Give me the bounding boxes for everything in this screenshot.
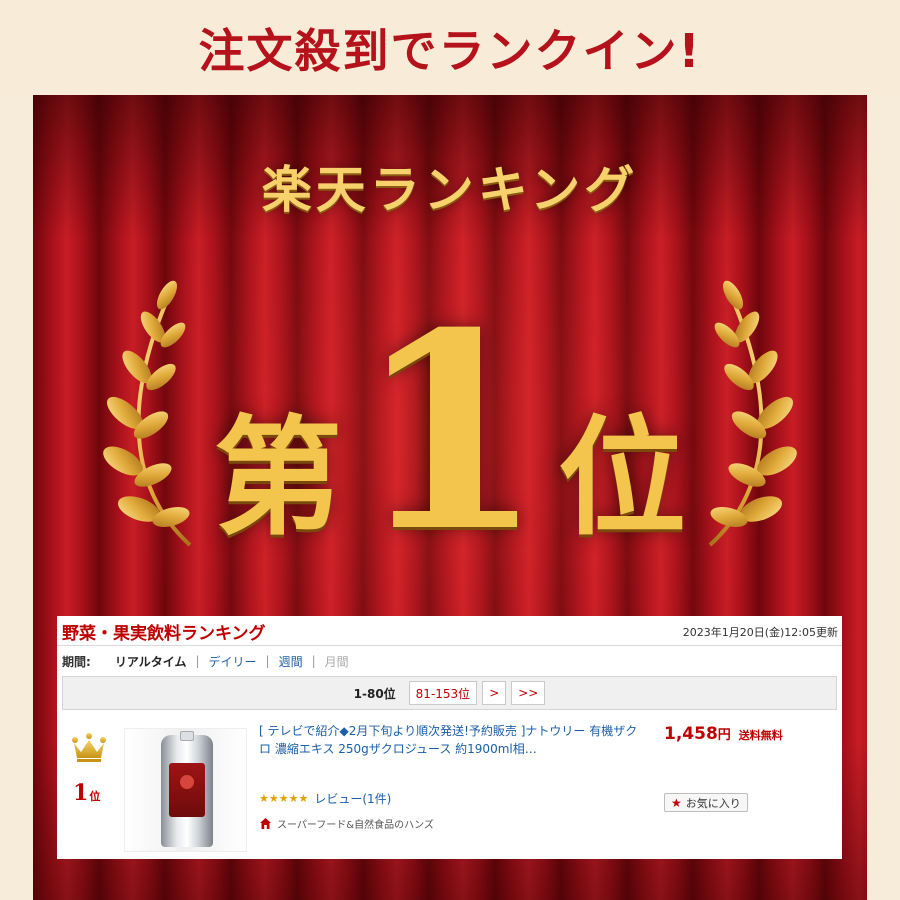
product-pouch-label <box>169 763 205 817</box>
period-separator: | <box>311 654 316 668</box>
price-unit: 円 <box>717 728 731 743</box>
ranking-category-title[interactable]: 野菜・果実飲料ランキング <box>62 619 266 644</box>
review-count-link[interactable]: レビュー(1件) <box>314 790 391 807</box>
hero-title: 楽天ランキング <box>261 160 639 219</box>
rating: ★★★★★ レビュー(1件) <box>259 790 391 807</box>
rank-prefix: 第 <box>214 403 343 553</box>
pagination-next-button[interactable]: > <box>482 681 507 705</box>
rating-stars: ★★★★★ <box>259 792 309 805</box>
price-amount: 1,458 <box>664 724 718 744</box>
period-label: 期間: <box>62 654 91 669</box>
top-banner: 注文殺到でランクイン! <box>0 0 900 95</box>
rank-number: 1 <box>356 272 544 591</box>
star-icon: ★ <box>671 795 682 810</box>
period-option-weekly[interactable]: 週間 <box>279 653 303 670</box>
updated-timestamp: 2023年1月20日(金)12:05更新 <box>682 626 838 639</box>
period-separator: | <box>265 654 270 668</box>
crown-icon <box>72 733 106 762</box>
laurel-right-icon <box>708 280 797 547</box>
price: 1,458 円 送料無料 <box>664 724 783 744</box>
item-rank: 1位 <box>73 780 100 806</box>
ranking-card: 野菜・果実飲料ランキング 2023年1月20日(金)12:05更新 期間: リア… <box>57 616 842 859</box>
shop-info: スーパーフード&自然食品のハンズ <box>259 816 434 831</box>
ranking-item: 1位 [ テレビで紹介◆2月下旬より順次発送!予約販売 ]ナトウリー 有機ザクロ… <box>57 718 842 858</box>
pagination: 1-80位 81-153位 > >> <box>62 676 837 710</box>
period-separator: | <box>195 654 200 668</box>
period-option-daily[interactable]: デイリー <box>209 653 257 670</box>
house-icon <box>260 818 271 829</box>
favorite-button[interactable]: ★ お気に入り <box>664 793 748 812</box>
shop-name-link[interactable]: スーパーフード&自然食品のハンズ <box>277 816 434 831</box>
product-image[interactable] <box>124 728 247 852</box>
period-option-monthly[interactable]: 月間 <box>325 653 349 670</box>
banner-headline: 注文殺到でランクイン! <box>198 23 702 78</box>
favorite-label: お気に入り <box>685 796 741 810</box>
pagination-next-range-button[interactable]: 81-153位 <box>408 681 478 705</box>
product-pouch-cap <box>180 731 194 741</box>
pagination-last-button[interactable]: >> <box>511 681 546 705</box>
item-rank-suffix: 位 <box>89 790 101 803</box>
rank-suffix: 位 <box>557 403 686 553</box>
item-rank-number: 1 <box>73 780 89 806</box>
pagination-current: 1-80位 <box>353 686 396 701</box>
period-option-realtime[interactable]: リアルタイム <box>115 653 187 670</box>
ranking-card-header: 野菜・果実飲料ランキング 2023年1月20日(金)12:05更新 <box>57 616 842 646</box>
product-title-link[interactable]: [ テレビで紹介◆2月下旬より順次発送!予約販売 ]ナトウリー 有機ザクロ 濃縮… <box>259 722 644 758</box>
shipping-badge: 送料無料 <box>738 729 783 742</box>
period-selector: 期間: リアルタイム | デイリー | 週間 | 月間 <box>62 651 349 671</box>
